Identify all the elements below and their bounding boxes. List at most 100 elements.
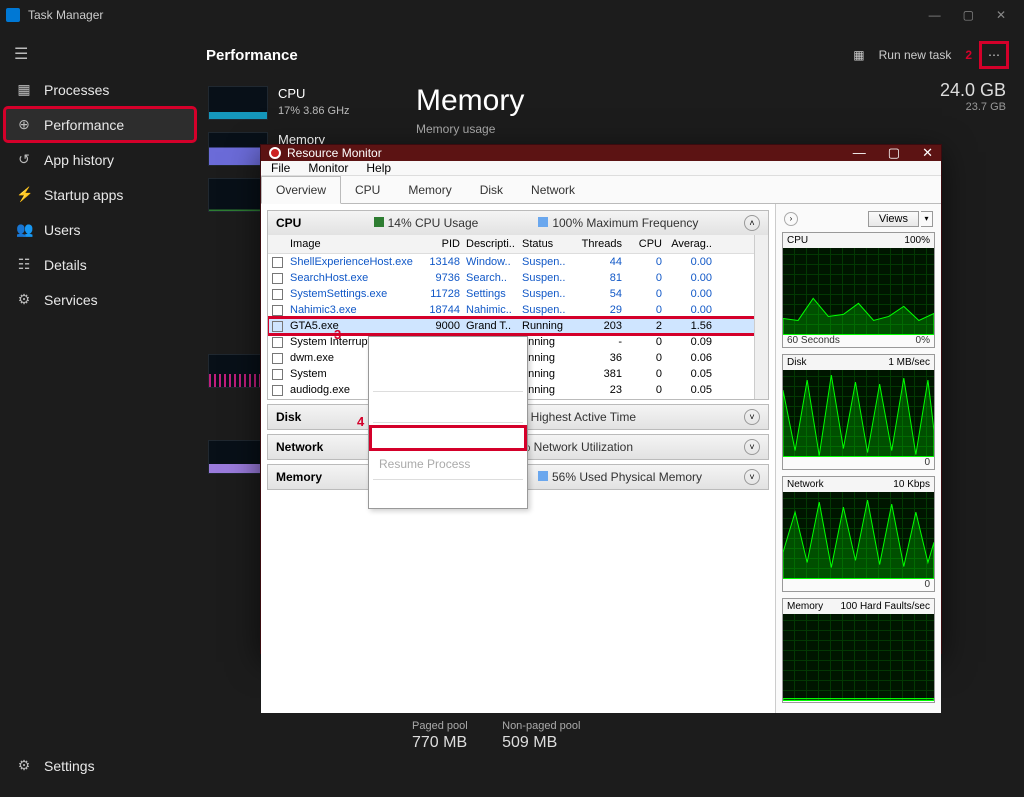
row-cpu: 0: [628, 384, 668, 396]
col-cpu[interactable]: CPU: [628, 238, 668, 250]
graph-title: CPU: [787, 235, 808, 246]
sidebar: ☰ ▦Processes ⊕Performance ↺App history ⚡…: [0, 30, 200, 797]
graph-title: Network: [787, 479, 824, 490]
disk-mini-chart: [208, 178, 268, 212]
context-menu-item[interactable]: Search Online: [369, 482, 527, 508]
row-desc: Window..: [466, 256, 522, 268]
graph-foot-r: 0: [924, 579, 930, 590]
process-row[interactable]: SystemSettings.exe11728SettingsSuspen..5…: [268, 286, 768, 302]
menu-monitor[interactable]: Monitor: [308, 161, 348, 175]
process-row[interactable]: Nahimic3.exe18744Nahimic..Suspen..2900.0…: [268, 302, 768, 318]
col-desc[interactable]: Descripti..: [466, 238, 522, 250]
tab-disk[interactable]: Disk: [466, 177, 517, 203]
graph-right: 10 Kbps: [893, 479, 930, 490]
graph-right: 100 Hard Faults/sec: [841, 601, 931, 612]
row-checkbox[interactable]: [272, 369, 283, 380]
process-row[interactable]: ShellExperienceHost.exe13148Window..Susp…: [268, 254, 768, 270]
process-row[interactable]: GTA5.exe9000Grand T..Running20321.56: [268, 318, 768, 334]
row-status: unning: [522, 336, 578, 348]
cpu-scrollbar[interactable]: [754, 235, 768, 399]
cpu-panel-header[interactable]: CPU 14% CPU Usage 100% Maximum Frequency…: [268, 211, 768, 235]
row-checkbox[interactable]: [272, 385, 283, 396]
cpu-freq-label: 100% Maximum Frequency: [552, 216, 698, 230]
col-avg[interactable]: Averag..: [668, 238, 718, 250]
menu-file[interactable]: File: [271, 161, 290, 175]
col-image[interactable]: Image: [290, 238, 420, 250]
resmon-maximize-button[interactable]: ▢: [888, 145, 900, 161]
row-image: Nahimic3.exe: [290, 304, 420, 316]
graph-title: Disk: [787, 357, 806, 368]
sidebar-item-performance[interactable]: ⊕Performance: [4, 107, 196, 142]
row-checkbox[interactable]: [272, 337, 283, 348]
row-pid: 18744: [420, 304, 466, 316]
services-icon: ⚙: [16, 291, 32, 308]
resmon-menubar: File Monitor Help: [261, 161, 941, 176]
context-menu-item[interactable]: Analyze Wait Chain...: [369, 394, 527, 420]
sidebar-item-label: Details: [44, 257, 87, 273]
row-checkbox[interactable]: [272, 353, 283, 364]
process-row[interactable]: SearchHost.exe9736Search..Suspen..8100.0…: [268, 270, 768, 286]
context-menu-item: Resume Process: [369, 451, 527, 477]
sidebar-item-services[interactable]: ⚙Services: [4, 282, 196, 317]
run-new-task-button[interactable]: Run new task: [879, 48, 952, 62]
close-button[interactable]: ✕: [996, 8, 1006, 22]
context-menu-item[interactable]: Suspend Process: [369, 425, 527, 451]
resmon-minimize-button[interactable]: —: [853, 145, 866, 161]
history-icon: ↺: [16, 151, 32, 168]
tab-network[interactable]: Network: [517, 177, 589, 203]
tab-overview[interactable]: Overview: [261, 176, 341, 204]
row-status: unning: [522, 384, 578, 396]
collapse-icon[interactable]: ˄: [744, 215, 760, 231]
graph-title: Memory: [787, 601, 823, 612]
perf-cpu-tile[interactable]: CPU17% 3.86 GHz: [206, 80, 386, 126]
resmon-tabs: Overview CPU Memory Disk Network: [261, 176, 941, 204]
row-checkbox[interactable]: [272, 273, 283, 284]
context-menu-item[interactable]: End Process: [369, 337, 527, 363]
sidebar-item-users[interactable]: 👥Users: [4, 212, 196, 247]
row-avg: 0.05: [668, 368, 718, 380]
maximize-button[interactable]: ▢: [963, 8, 974, 22]
sidebar-item-settings[interactable]: ⚙Settings: [4, 748, 196, 783]
views-dropdown-icon[interactable]: ▾: [921, 211, 933, 227]
col-status[interactable]: Status: [522, 238, 578, 250]
sidebar-item-startup-apps[interactable]: ⚡Startup apps: [4, 177, 196, 212]
collapse-icon[interactable]: ˅: [744, 469, 760, 485]
views-button[interactable]: Views: [868, 211, 919, 227]
row-checkbox[interactable]: [272, 321, 283, 332]
more-button[interactable]: ⋯: [982, 44, 1006, 66]
tab-cpu[interactable]: CPU: [341, 177, 394, 203]
nonpaged-hdr: Non-paged pool: [502, 720, 580, 732]
minimize-button[interactable]: —: [929, 8, 941, 22]
sidebar-item-app-history[interactable]: ↺App history: [4, 142, 196, 177]
menu-help[interactable]: Help: [366, 161, 391, 175]
mem-right-label: 56% Used Physical Memory: [552, 470, 702, 484]
graph-card-cpu: CPU100%60 Seconds0%: [782, 232, 935, 348]
paged-hdr: Paged pool: [412, 720, 468, 732]
row-desc: Nahimic..: [466, 304, 522, 316]
context-menu-item[interactable]: End Process Tree: [369, 363, 527, 389]
resmon-titlebar[interactable]: Resource Monitor — ▢ ✕: [261, 145, 941, 161]
tab-memory[interactable]: Memory: [394, 177, 465, 203]
gpu-mini-chart: [208, 440, 268, 474]
collapse-icon[interactable]: ˅: [744, 439, 760, 455]
resmon-title-text: Resource Monitor: [287, 146, 382, 160]
expand-arrow-icon[interactable]: ›: [784, 212, 798, 226]
titlebar: Task Manager — ▢ ✕: [0, 0, 1024, 30]
row-threads: 36: [578, 352, 628, 364]
row-checkbox[interactable]: [272, 289, 283, 300]
col-threads[interactable]: Threads: [578, 238, 628, 250]
cpu-usage-label: 14% CPU Usage: [388, 216, 479, 230]
hamburger-icon[interactable]: ☰: [4, 36, 196, 72]
row-threads: 29: [578, 304, 628, 316]
net-title: Network: [276, 440, 336, 454]
row-checkbox[interactable]: [272, 257, 283, 268]
row-status: Suspen..: [522, 304, 578, 316]
sidebar-item-processes[interactable]: ▦Processes: [4, 72, 196, 107]
row-status: Suspen..: [522, 272, 578, 284]
sidebar-item-details[interactable]: ☷Details: [4, 247, 196, 282]
resmon-close-button[interactable]: ✕: [922, 145, 933, 161]
row-checkbox[interactable]: [272, 305, 283, 316]
col-pid[interactable]: PID: [420, 238, 466, 250]
collapse-icon[interactable]: ˅: [744, 409, 760, 425]
graph-card-memory: Memory 100 Hard Faults/sec: [782, 598, 935, 703]
